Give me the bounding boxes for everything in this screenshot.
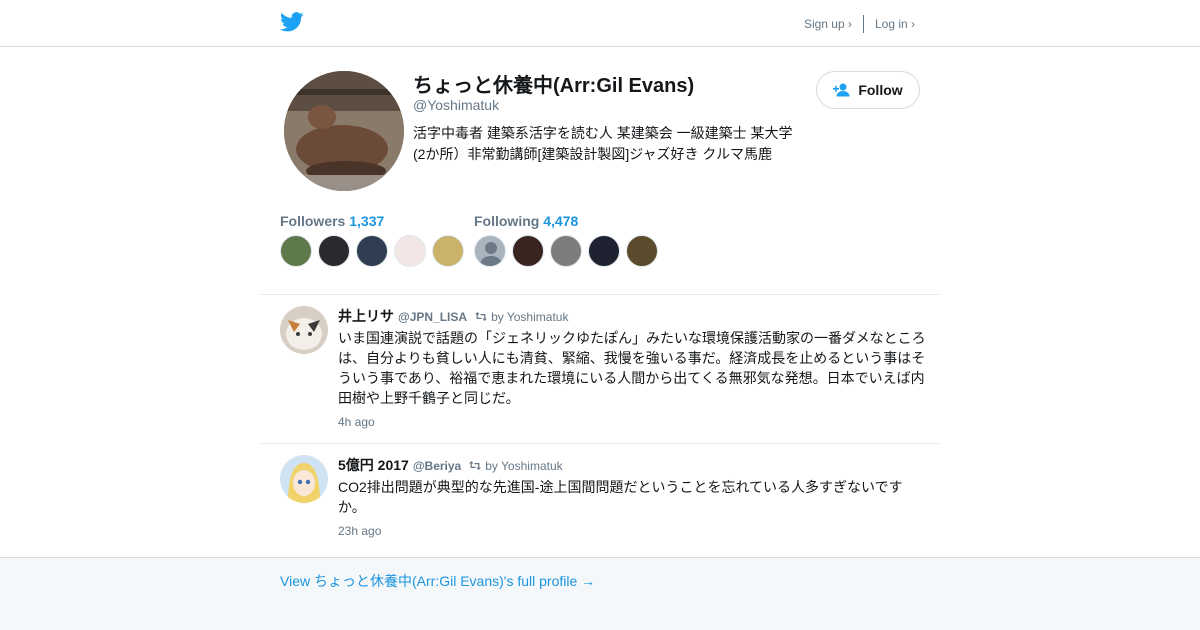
follow-label: Follow [858,82,903,98]
avatar[interactable] [512,235,544,267]
retweet-attribution: by Yoshimatuk [469,458,563,473]
tweet-author-name[interactable]: 井上リサ [338,306,394,326]
auth-links: Sign up › Log in › [804,15,915,33]
footer: View ちょっと休養中(Arr:Gil Evans)'s full profi… [0,557,1200,630]
divider [260,443,940,444]
tweet-author-name[interactable]: 5億円 2017 [338,455,409,475]
avatar[interactable] [474,235,506,267]
avatar[interactable] [356,235,388,267]
follow-button[interactable]: Follow [816,71,920,109]
followers-label: Followers [280,213,346,229]
tweet-avatar[interactable] [280,306,328,354]
profile-handle: @Yoshimatuk [413,97,500,113]
tweet-header: 5億円 2017 @Beriya by Yoshimatuk [338,455,563,475]
retweet-by: by Yoshimatuk [491,309,569,324]
login-link[interactable]: Log in › [875,17,915,31]
avatar[interactable] [394,235,426,267]
avatar[interactable] [626,235,658,267]
retweet-icon [469,461,482,470]
tweet-timestamp[interactable]: 23h ago [338,524,381,538]
followers-avatars [280,235,470,267]
retweet-icon [475,312,488,321]
divider [260,294,940,295]
avatar[interactable] [318,235,350,267]
bio-line: 活字中毒者 建築系活字を読む人 某建築会 一級建築士 某大学 [413,125,793,141]
tweet-timestamp[interactable]: 4h ago [338,415,375,429]
following-label: Following [474,213,540,229]
profile-name: ちょっと休養中(Arr:Gil Evans) [413,75,695,97]
followers-stat[interactable]: Followers 1,337 [280,213,384,229]
tweet-text: CO2排出問題が典型的な先進国-途上国間問題だということを忘れている人多すぎない… [338,479,903,515]
twitter-bird-icon[interactable] [280,11,304,33]
add-user-icon [833,83,850,97]
following-avatars [474,235,664,267]
profile-bio: 活字中毒者 建築系活字を読む人 某建築会 一級建築士 某大学 (2か所）非常勤講… [413,123,803,165]
following-count: 4,478 [543,213,579,229]
followers-count: 1,337 [349,213,385,229]
signup-link[interactable]: Sign up › [804,17,852,31]
avatar[interactable] [588,235,620,267]
tweet-text: いま国連演説で話題の「ジェネリックゆたぽん」みたいな環境保護活動家の一番ダメなと… [338,330,926,406]
profile-avatar[interactable] [284,71,404,191]
bio-line: (2か所）非常勤講師[建築設計製図]ジャズ好き クルマ馬鹿 [413,146,772,162]
following-stat[interactable]: Following 4,478 [474,213,578,229]
tweet-header: 井上リサ @JPN_LISA by Yoshimatuk [338,306,568,326]
tweet-avatar[interactable] [280,455,328,503]
retweet-by: by Yoshimatuk [485,458,563,473]
avatar[interactable] [550,235,582,267]
avatar[interactable] [432,235,464,267]
link-divider [862,15,864,33]
full-profile-link[interactable]: View ちょっと休養中(Arr:Gil Evans)'s full profi… [280,571,595,591]
default-avatar-icon [480,242,502,266]
retweet-attribution: by Yoshimatuk [475,310,568,324]
tweet-author-handle[interactable]: @JPN_LISA [398,310,467,324]
tweet-author-handle[interactable]: @Beriya [413,459,461,473]
top-bar: Sign up › Log in › [0,0,1200,47]
avatar[interactable] [280,235,312,267]
